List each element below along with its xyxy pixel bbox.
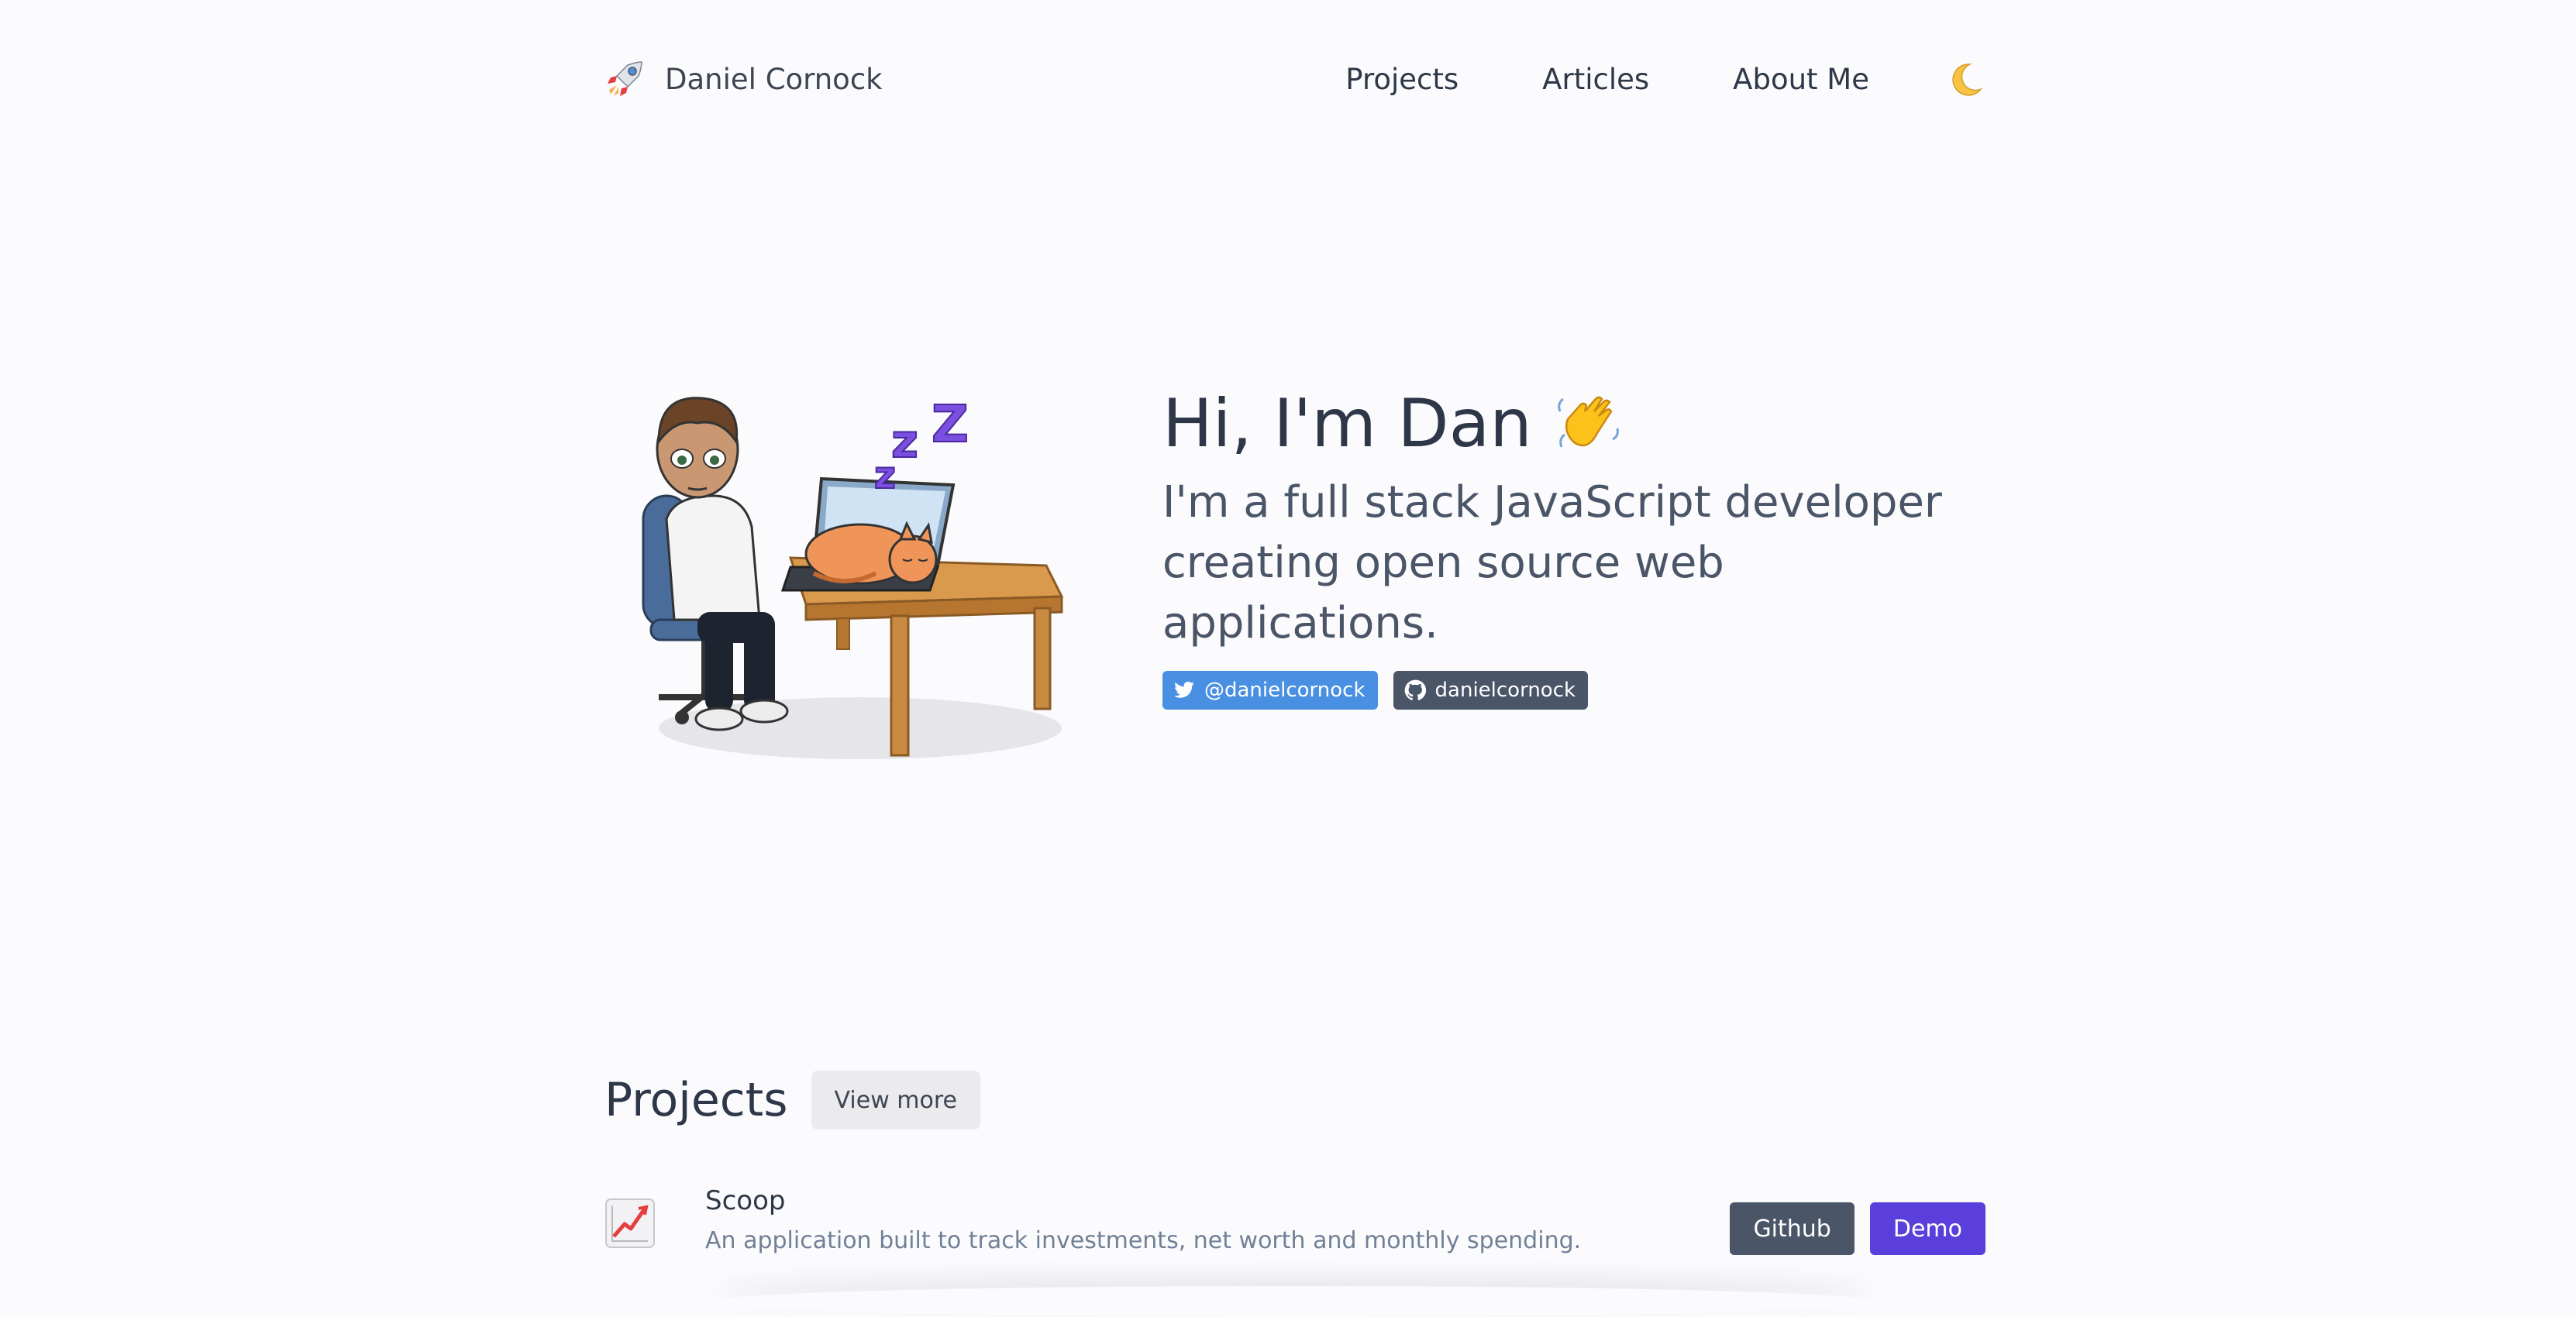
chart-increasing-icon bbox=[605, 1198, 655, 1248]
social-badges: @danielcornock danielcornock bbox=[1162, 671, 1992, 710]
wave-hand-icon bbox=[1557, 396, 1619, 448]
project-name: Scoop bbox=[705, 1185, 786, 1216]
twitter-handle: @danielcornock bbox=[1204, 679, 1365, 702]
hero-title-text: Hi, I'm Dan bbox=[1162, 385, 1532, 462]
github-handle: danielcornock bbox=[1434, 679, 1576, 702]
site-header: Daniel Cornock Projects Articles About M… bbox=[604, 48, 1985, 110]
svg-text:Z: Z bbox=[932, 394, 969, 454]
hero-title: Hi, I'm Dan bbox=[1162, 381, 1992, 466]
next-card-edge bbox=[713, 1286, 1875, 1317]
main-nav: Projects Articles About Me bbox=[1345, 60, 1985, 98]
view-more-button[interactable]: View more bbox=[811, 1071, 980, 1130]
projects-title: Projects bbox=[604, 1073, 788, 1127]
brand-name: Daniel Cornock bbox=[665, 62, 883, 96]
nav-about-me[interactable]: About Me bbox=[1733, 63, 1869, 96]
project-actions: Github Demo bbox=[1730, 1202, 1985, 1255]
moon-icon[interactable] bbox=[1947, 60, 1985, 98]
nav-projects[interactable]: Projects bbox=[1345, 63, 1458, 96]
github-button[interactable]: Github bbox=[1730, 1202, 1855, 1255]
github-badge[interactable]: danielcornock bbox=[1393, 671, 1589, 710]
project-info: Scoop An application built to track inve… bbox=[705, 1185, 1581, 1254]
projects-header: Projects View more bbox=[604, 1071, 980, 1130]
hero-illustration: z Z z bbox=[642, 394, 1064, 759]
project-description: An application built to track investment… bbox=[705, 1227, 1582, 1254]
hero-subtitle: I'm a full stack JavaScript developer cr… bbox=[1162, 477, 1942, 648]
hero-text: Hi, I'm Dan I'm a full stack JavaScript … bbox=[1162, 381, 1992, 710]
rocket-icon bbox=[608, 61, 642, 96]
demo-button[interactable]: Demo bbox=[1869, 1202, 1985, 1255]
twitter-icon bbox=[1174, 681, 1194, 698]
project-row[interactable]: Scoop An application built to track inve… bbox=[604, 1185, 1985, 1278]
brand-link[interactable]: Daniel Cornock bbox=[604, 59, 883, 99]
twitter-badge[interactable]: @danielcornock bbox=[1162, 671, 1378, 710]
github-icon bbox=[1404, 679, 1426, 700]
nav-articles[interactable]: Articles bbox=[1542, 63, 1649, 96]
svg-text:z: z bbox=[874, 454, 896, 497]
